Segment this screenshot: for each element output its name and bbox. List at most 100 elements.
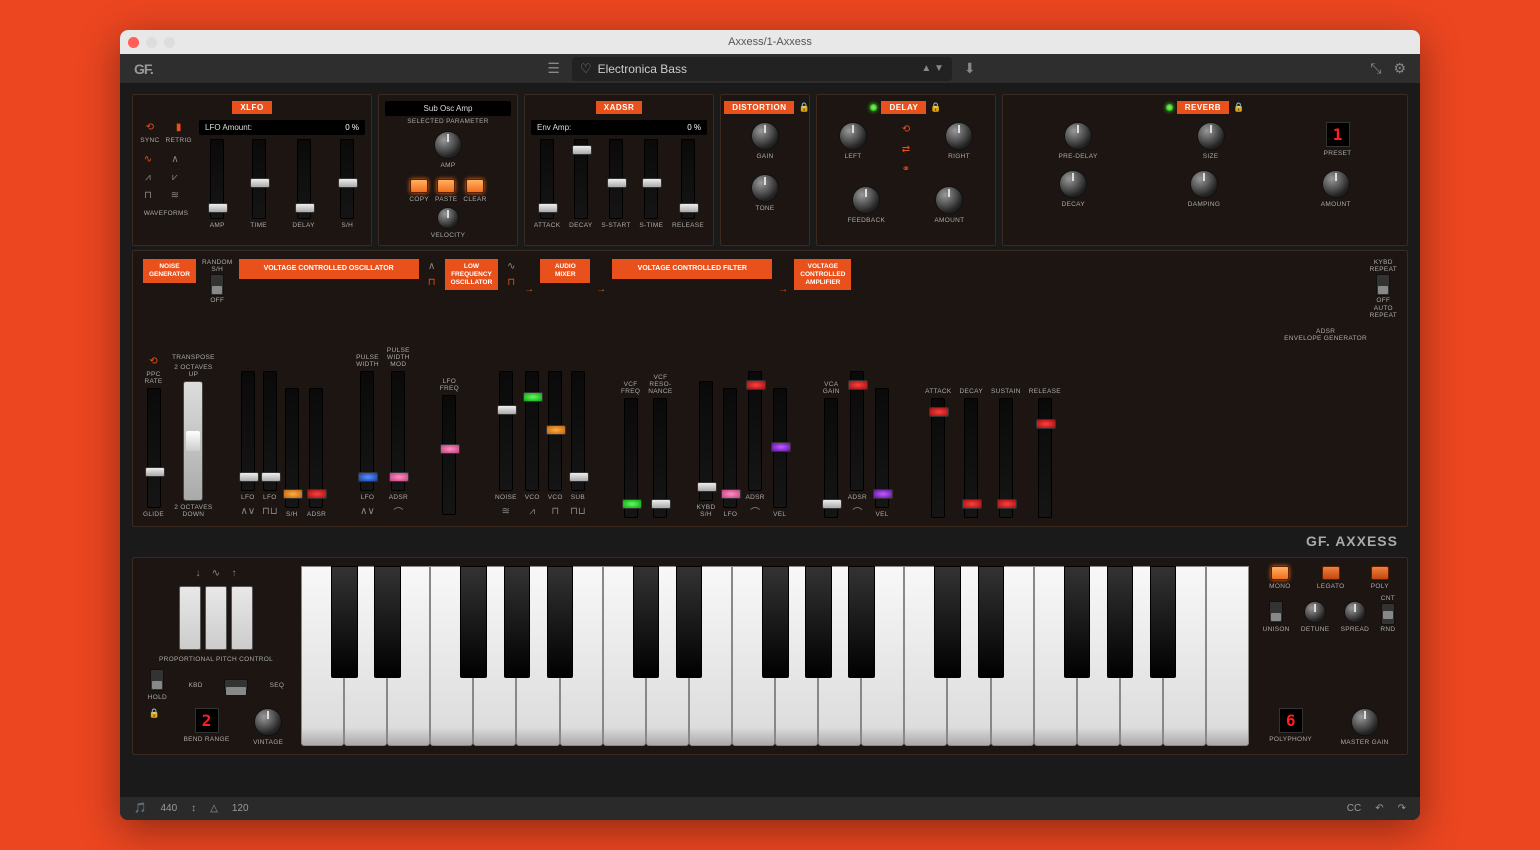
decay-slider[interactable] <box>574 139 588 219</box>
black-key[interactable] <box>848 566 875 678</box>
kybd-repeat-switch[interactable] <box>1376 274 1390 296</box>
wave-sq-icon[interactable]: ⊓ <box>425 275 439 289</box>
cc-label[interactable]: CC <box>1347 803 1361 814</box>
size-knob[interactable] <box>1197 122 1225 150</box>
collapse-icon[interactable]: ⤡ <box>1370 60 1381 77</box>
mono-button[interactable] <box>1271 566 1289 580</box>
noise-slider[interactable] <box>499 371 513 491</box>
bend-display[interactable]: 2 <box>195 708 219 733</box>
lock-icon[interactable]: 🔒 <box>930 102 941 113</box>
wave-ramp-icon[interactable]: ⩗ <box>168 170 182 184</box>
library-icon[interactable]: ☰ <box>547 60 560 77</box>
keyboard[interactable] <box>301 566 1249 746</box>
env-decay-slider[interactable] <box>964 398 978 518</box>
sync-icon[interactable]: ⟲ <box>147 354 161 368</box>
retrig-icon[interactable]: ▮ <box>172 120 186 134</box>
poly-button[interactable] <box>1371 566 1389 580</box>
close-icon[interactable] <box>128 37 139 48</box>
settings-icon[interactable]: ⚙ <box>1393 60 1406 77</box>
black-key[interactable] <box>504 566 531 678</box>
xlfo-amp-slider[interactable] <box>210 139 224 219</box>
unison-switch[interactable] <box>1269 601 1283 623</box>
wave-saw-icon[interactable]: ⩘ <box>141 170 155 184</box>
poly-display[interactable]: 6 <box>1279 708 1303 733</box>
tuning-value[interactable]: 440 <box>160 803 177 814</box>
vca-adsr-slider[interactable] <box>850 371 864 491</box>
damping-knob[interactable] <box>1190 170 1218 198</box>
env-release-slider[interactable] <box>1038 398 1052 518</box>
zoom-icon[interactable] <box>164 37 175 48</box>
xlfo-time-slider[interactable] <box>252 139 266 219</box>
env-sustain-slider[interactable] <box>999 398 1013 518</box>
black-key[interactable] <box>331 566 358 678</box>
xlfo-delay-slider[interactable] <box>297 139 311 219</box>
wave-sq-icon[interactable]: ⊓ <box>504 275 518 289</box>
hold-switch[interactable] <box>150 669 164 691</box>
rev-amt-knob[interactable] <box>1322 170 1350 198</box>
black-key[interactable] <box>762 566 789 678</box>
delay-right-knob[interactable] <box>945 122 973 150</box>
link-icon[interactable]: ⚭ <box>899 162 913 176</box>
amp-knob[interactable] <box>434 131 462 159</box>
spread-knob[interactable] <box>1344 601 1366 623</box>
redo-icon[interactable]: ↷ <box>1398 803 1406 814</box>
attack-slider[interactable] <box>540 139 554 219</box>
tone-knob[interactable] <box>751 174 779 202</box>
velocity-knob[interactable] <box>437 207 459 229</box>
paste-button[interactable] <box>437 179 455 193</box>
copy-button[interactable] <box>410 179 428 193</box>
vca-vel-slider[interactable] <box>875 388 889 508</box>
vintage-knob[interactable] <box>254 708 282 736</box>
release-slider[interactable] <box>681 139 695 219</box>
legato-button[interactable] <box>1322 566 1340 580</box>
delay-led[interactable] <box>870 104 877 111</box>
vcf-lfo-slider[interactable] <box>723 388 737 508</box>
predelay-knob[interactable] <box>1064 122 1092 150</box>
preset-selector[interactable]: ♡ Electronica Bass ▲ ▼ <box>572 57 952 81</box>
ppc-flat[interactable] <box>179 586 201 650</box>
sub-slider[interactable] <box>571 371 585 491</box>
vco1-slider[interactable] <box>525 371 539 491</box>
wave-rand-icon[interactable]: ≋ <box>168 188 182 202</box>
preset-nav[interactable]: ▲ ▼ <box>921 63 944 74</box>
download-icon[interactable]: ⬇ <box>964 60 976 77</box>
minimize-icon[interactable] <box>146 37 157 48</box>
vcfres-slider[interactable] <box>653 398 667 518</box>
sync-icon[interactable]: ⟲ <box>143 120 157 134</box>
favorite-icon[interactable]: ♡ <box>580 61 592 77</box>
delay-amt-knob[interactable] <box>935 186 963 214</box>
black-key[interactable] <box>547 566 574 678</box>
white-key[interactable] <box>1206 566 1249 746</box>
vcf-kybd-slider[interactable] <box>699 381 713 501</box>
vcffreq-slider[interactable] <box>624 398 638 518</box>
wave-sine-icon[interactable]: ∿ <box>141 152 155 166</box>
ppc-vib[interactable] <box>205 586 227 650</box>
transpose-slider[interactable] <box>183 381 203 501</box>
glide-slider[interactable] <box>147 388 161 508</box>
cnt-rnd-switch[interactable] <box>1381 603 1395 625</box>
pw-slider[interactable] <box>360 371 374 491</box>
stime-slider[interactable] <box>644 139 658 219</box>
black-key[interactable] <box>460 566 487 678</box>
kbd-seq-switch[interactable] <box>224 679 248 691</box>
metronome-icon[interactable]: △ <box>210 803 218 814</box>
black-key[interactable] <box>805 566 832 678</box>
vcf-adsr-slider[interactable] <box>748 371 762 491</box>
clear-button[interactable] <box>466 179 484 193</box>
sync-icon[interactable]: ⟲ <box>899 122 913 136</box>
vco-lfo2-slider[interactable] <box>263 371 277 491</box>
detune-knob[interactable] <box>1304 601 1326 623</box>
vcagain-slider[interactable] <box>824 398 838 518</box>
tuning-fork-icon[interactable]: 🎵 <box>134 803 146 814</box>
black-key[interactable] <box>1107 566 1134 678</box>
vco-lfo1-slider[interactable] <box>241 371 255 491</box>
black-key[interactable] <box>978 566 1005 678</box>
rev-decay-knob[interactable] <box>1059 170 1087 198</box>
delay-left-knob[interactable] <box>839 122 867 150</box>
wave-tri-icon[interactable]: ∧ <box>425 259 439 273</box>
lfofreq-slider[interactable] <box>442 395 456 515</box>
gain-knob[interactable] <box>751 122 779 150</box>
lock-icon[interactable]: 🔒 <box>1233 102 1244 113</box>
pwm-slider[interactable] <box>391 371 405 491</box>
master-gain-knob[interactable] <box>1351 708 1379 736</box>
